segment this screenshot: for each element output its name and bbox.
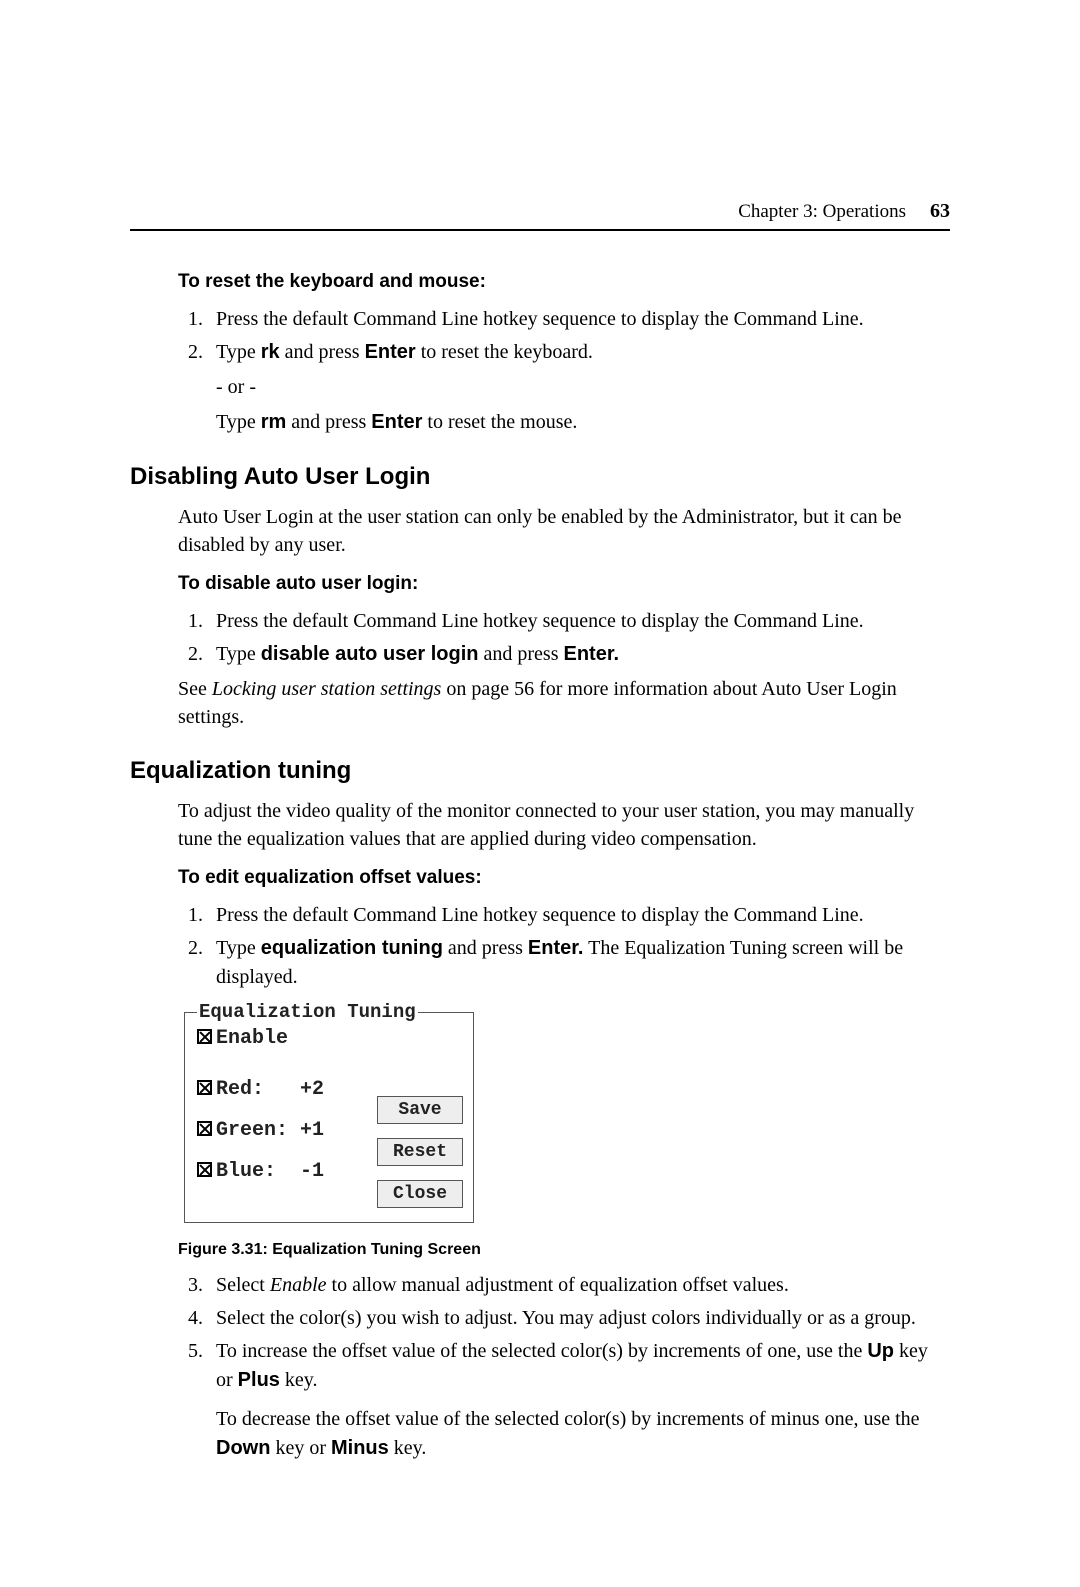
green-label: Green: +1: [216, 1119, 324, 1142]
text-bold: Enter: [371, 411, 422, 433]
list-item: Type equalization tuning and press Enter…: [208, 934, 946, 992]
text: key or: [270, 1437, 331, 1459]
text-bold: Enter.: [564, 643, 620, 665]
text-bold: Minus: [331, 1437, 389, 1459]
disable-auto-login-heading: Disabling Auto User Login: [130, 463, 950, 491]
blue-row[interactable]: Blue: -1: [197, 1160, 377, 1183]
enable-label: Enable: [216, 1027, 288, 1050]
text: and press: [280, 341, 365, 363]
text-bold: Enter: [365, 341, 416, 363]
reset-button[interactable]: Reset: [377, 1138, 463, 1166]
text: To decrease the offset value of the sele…: [216, 1408, 920, 1430]
equalization-steps-b: Select Enable to allow manual adjustment…: [208, 1271, 946, 1463]
list-item: Select Enable to allow manual adjustment…: [208, 1271, 946, 1300]
text-bold: Down: [216, 1437, 270, 1459]
text-bold: rm: [261, 411, 287, 433]
page-header: Chapter 3: Operations 63: [130, 200, 950, 231]
blue-label: Blue: -1: [216, 1160, 324, 1183]
list-item: Type disable auto user login and press E…: [208, 640, 946, 669]
equalization-heading: Equalization tuning: [130, 757, 950, 785]
list-item-cont: Type rm and press Enter to reset the mou…: [216, 408, 946, 437]
text: Auto User Login at the user station can …: [178, 503, 946, 559]
text: to allow manual adjustment of equalizati…: [327, 1274, 789, 1296]
text-bold: Plus: [238, 1369, 280, 1391]
list-item-cont: To decrease the offset value of the sele…: [216, 1405, 946, 1463]
button-column: Save Reset Close: [377, 1096, 463, 1208]
text: Type: [216, 643, 261, 665]
red-row[interactable]: Red: +2: [197, 1078, 377, 1101]
list-item: Press the default Command Line hotkey se…: [208, 901, 946, 930]
list-item: Select the color(s) you wish to adjust. …: [208, 1304, 946, 1333]
text: Type: [216, 411, 261, 433]
text-italic: Enable: [270, 1274, 327, 1296]
checkbox-icon: [197, 1121, 212, 1136]
list-item: To increase the offset value of the sele…: [208, 1337, 946, 1463]
text: and press: [286, 411, 371, 433]
disable-auto-login-subtitle: To disable auto user login:: [178, 573, 950, 595]
equalization-steps-a: Press the default Command Line hotkey se…: [208, 901, 946, 992]
text: Type: [216, 341, 261, 363]
equalization-subtitle: To edit equalization offset values:: [178, 867, 950, 889]
page-number: 63: [930, 200, 950, 223]
text-bold: Enter.: [528, 937, 584, 959]
enable-checkbox-row[interactable]: Enable: [197, 1027, 461, 1050]
text: key.: [280, 1369, 318, 1391]
checkbox-icon: [197, 1162, 212, 1177]
dialog-title: Equalization Tuning: [197, 1001, 418, 1023]
list-item: Type rk and press Enter to reset the key…: [208, 338, 946, 437]
list-item: Press the default Command Line hotkey se…: [208, 305, 946, 334]
equalization-figure: Equalization Tuning Enable Red: +2 Green…: [184, 1012, 950, 1223]
close-button[interactable]: Close: [377, 1180, 463, 1208]
text: To increase the offset value of the sele…: [216, 1340, 867, 1362]
checkbox-icon: [197, 1029, 212, 1044]
disable-steps: Press the default Command Line hotkey se…: [208, 607, 946, 669]
text: To adjust the video quality of the monit…: [178, 797, 946, 853]
text: See: [178, 678, 212, 700]
green-row[interactable]: Green: +1: [197, 1119, 377, 1142]
text: and press: [479, 643, 564, 665]
text: Select: [216, 1274, 270, 1296]
checkbox-icon: [197, 1080, 212, 1095]
chapter-label: Chapter 3: Operations: [738, 201, 906, 223]
text-bold: disable auto user login: [261, 643, 479, 665]
text-bold: equalization tuning: [261, 937, 443, 959]
or-separator: - or -: [216, 373, 946, 402]
text: to reset the keyboard.: [416, 341, 593, 363]
disable-auto-login-intro: Auto User Login at the user station can …: [178, 503, 946, 559]
text: to reset the mouse.: [422, 411, 577, 433]
text: and press: [443, 937, 528, 959]
list-item: Press the default Command Line hotkey se…: [208, 607, 946, 636]
color-column: Red: +2 Green: +1 Blue: -1: [197, 1060, 377, 1201]
red-label: Red: +2: [216, 1078, 324, 1101]
text-bold: rk: [261, 341, 280, 363]
reset-kb-mouse-title: To reset the keyboard and mouse:: [178, 271, 950, 293]
equalization-dialog: Equalization Tuning Enable Red: +2 Green…: [184, 1012, 474, 1223]
see-note: See Locking user station settings on pag…: [178, 675, 946, 731]
reset-steps: Press the default Command Line hotkey se…: [208, 305, 946, 437]
text: key.: [389, 1437, 427, 1459]
equalization-intro: To adjust the video quality of the monit…: [178, 797, 946, 853]
text-bold: Up: [867, 1340, 894, 1362]
figure-caption: Figure 3.31: Equalization Tuning Screen: [178, 1241, 950, 1259]
save-button[interactable]: Save: [377, 1096, 463, 1124]
text: Type: [216, 937, 261, 959]
text-italic: Locking user station settings: [212, 678, 441, 700]
